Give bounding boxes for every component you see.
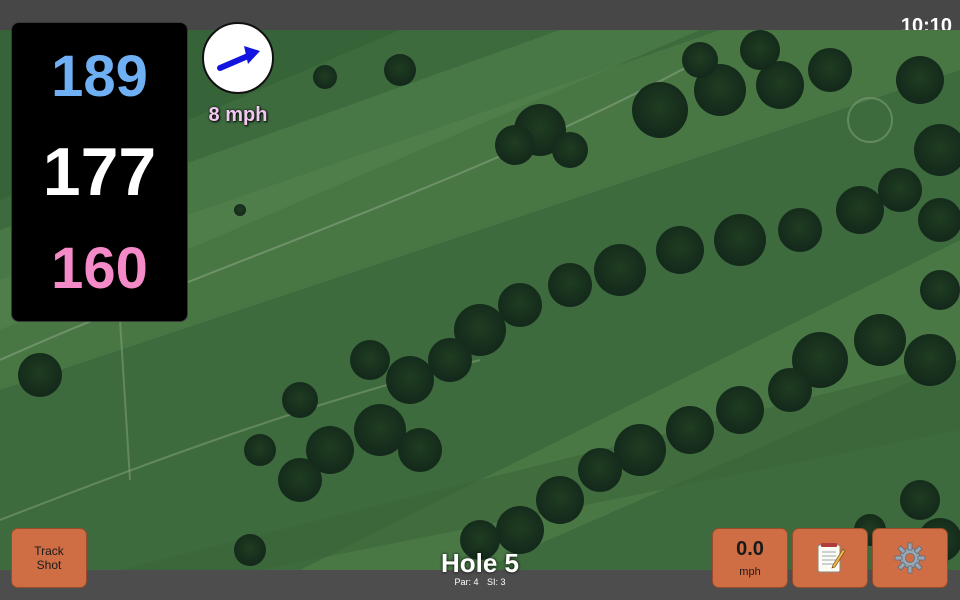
wind-direction-arrow-icon (217, 46, 260, 71)
hole-title: Hole 5 (440, 548, 520, 578)
distance-middle: 177 (42, 134, 157, 210)
wind-speed: 8 mph (208, 104, 268, 126)
hole-par: Par: 4 (454, 577, 479, 587)
speed-value: 0.0 (736, 538, 764, 560)
wind-indicator (202, 22, 274, 94)
speed-button[interactable]: 0.0 mph (712, 528, 788, 588)
track-shot-button[interactable]: Track Shot (11, 528, 87, 588)
distance-panel: 189 177 160 (11, 22, 188, 322)
track-shot-label-line2: Shot (36, 558, 62, 572)
speed-unit: mph (739, 566, 761, 578)
hole-stroke-index: SI: 3 (487, 577, 506, 587)
distance-front: 160 (51, 236, 148, 301)
distance-back: 189 (51, 44, 148, 109)
track-shot-label-line1: Track (34, 544, 64, 558)
settings-button[interactable] (872, 528, 948, 588)
hole-info: Par: 4 SI: 3 (380, 577, 580, 587)
notepad-icon (817, 543, 846, 573)
gear-icon (894, 542, 926, 574)
notes-button[interactable] (792, 528, 868, 588)
